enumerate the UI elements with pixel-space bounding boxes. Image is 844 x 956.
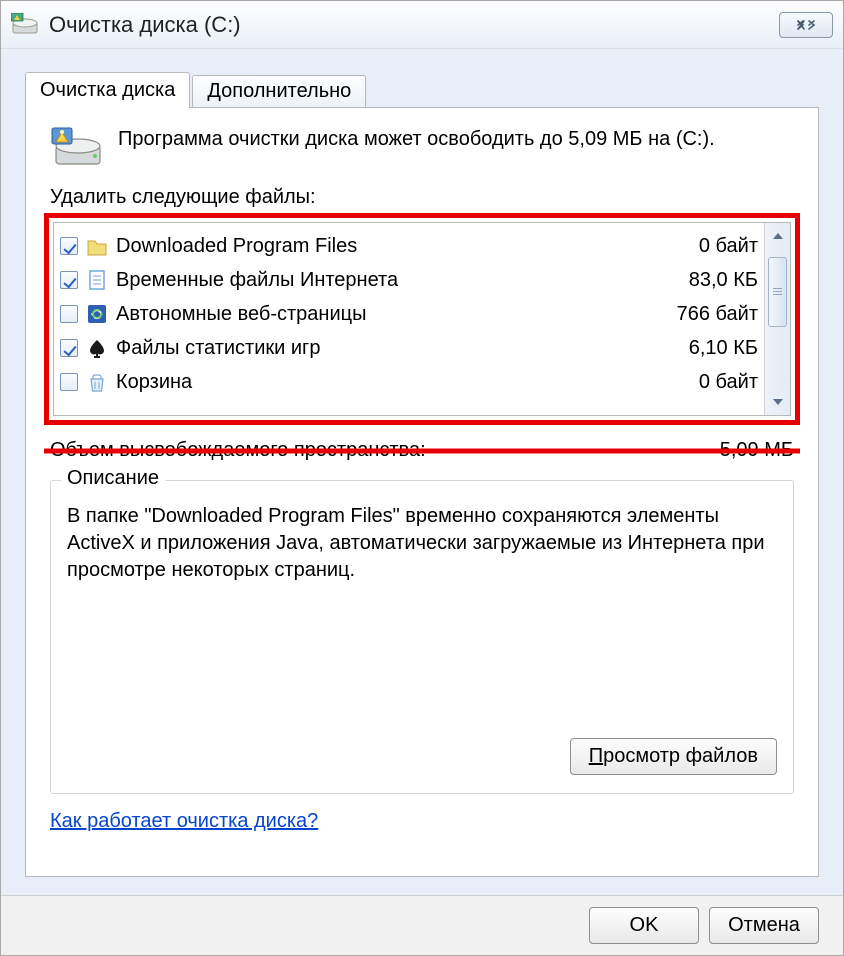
file-row[interactable]: Downloaded Program Files 0 байт — [60, 229, 762, 263]
file-size: 83,0 КБ — [689, 269, 762, 292]
scrollbar[interactable] — [764, 223, 790, 415]
files-listbox[interactable]: Downloaded Program Files 0 байт Временные … — [53, 222, 791, 416]
summary-row: Программа очистки диска может освободить… — [50, 126, 794, 170]
tab-panel-cleanup: Программа очистки диска может освободить… — [25, 107, 819, 877]
disk-cleanup-icon — [11, 13, 39, 37]
file-checkbox[interactable] — [60, 271, 78, 289]
tab-cleanup[interactable]: Очистка диска — [25, 72, 190, 108]
refresh-icon — [86, 303, 108, 325]
close-button[interactable] — [779, 12, 833, 38]
file-row[interactable]: Файлы статистики игр 6,10 КБ — [60, 331, 762, 365]
file-row[interactable]: Временные файлы Интернета 83,0 КБ — [60, 263, 762, 297]
scroll-down-arrow-icon[interactable] — [765, 389, 790, 415]
disk-cleanup-window: Очистка диска (C:) Очистка диска Дополни… — [0, 0, 844, 956]
file-checkbox[interactable] — [60, 305, 78, 323]
file-size: 0 байт — [699, 235, 762, 258]
file-label: Downloaded Program Files — [116, 235, 691, 258]
scroll-track[interactable] — [765, 249, 790, 389]
close-icon — [795, 19, 817, 31]
ok-button[interactable]: OK — [589, 907, 699, 944]
file-checkbox[interactable] — [60, 339, 78, 357]
total-row: Объем высвобождаемого пространства: 5,09… — [50, 439, 794, 462]
description-legend: Описание — [61, 467, 165, 490]
description-text: В папке "Downloaded Program Files" време… — [67, 503, 777, 584]
files-section-label: Удалить следующие файлы: — [50, 186, 794, 209]
titlebar: Очистка диска (C:) — [1, 1, 843, 49]
dialog-button-bar: OK Отмена — [1, 895, 843, 955]
tabstrip: Очистка диска Дополнительно — [25, 71, 819, 107]
scroll-thumb[interactable] — [768, 257, 787, 327]
scroll-up-arrow-icon[interactable] — [765, 223, 790, 249]
file-row[interactable]: Корзина 0 байт — [60, 365, 762, 399]
file-checkbox[interactable] — [60, 373, 78, 391]
summary-text: Программа очистки диска может освободить… — [118, 126, 715, 170]
file-label: Корзина — [116, 371, 691, 394]
folder-icon — [86, 235, 108, 257]
page-icon — [86, 269, 108, 291]
file-size: 766 байт — [677, 303, 762, 326]
content-area: Очистка диска Дополнительно — [25, 71, 819, 885]
drive-icon — [50, 126, 104, 170]
file-size: 6,10 КБ — [689, 337, 762, 360]
red-strike-overlay — [44, 448, 800, 453]
file-size: 0 байт — [699, 371, 762, 394]
window-title: Очистка диска (C:) — [49, 12, 241, 38]
spade-icon — [86, 337, 108, 359]
view-files-button[interactable]: Просмотр файлов — [570, 738, 777, 775]
file-label: Файлы статистики игр — [116, 337, 681, 360]
description-fieldset: Описание В папке "Downloaded Program Fil… — [50, 480, 794, 794]
file-label: Временные файлы Интернета — [116, 269, 681, 292]
tab-more-options[interactable]: Дополнительно — [192, 75, 366, 107]
files-highlight-frame: Downloaded Program Files 0 байт Временные … — [44, 213, 800, 425]
cancel-button[interactable]: Отмена — [709, 907, 819, 944]
recycle-icon — [86, 371, 108, 393]
file-checkbox[interactable] — [60, 237, 78, 255]
file-row[interactable]: Автономные веб-страницы 766 байт — [60, 297, 762, 331]
files-section-label-text: Удалить следующие файлы: — [50, 186, 316, 208]
help-link[interactable]: Как работает очистка диска? — [50, 810, 318, 833]
file-label: Автономные веб-страницы — [116, 303, 669, 326]
